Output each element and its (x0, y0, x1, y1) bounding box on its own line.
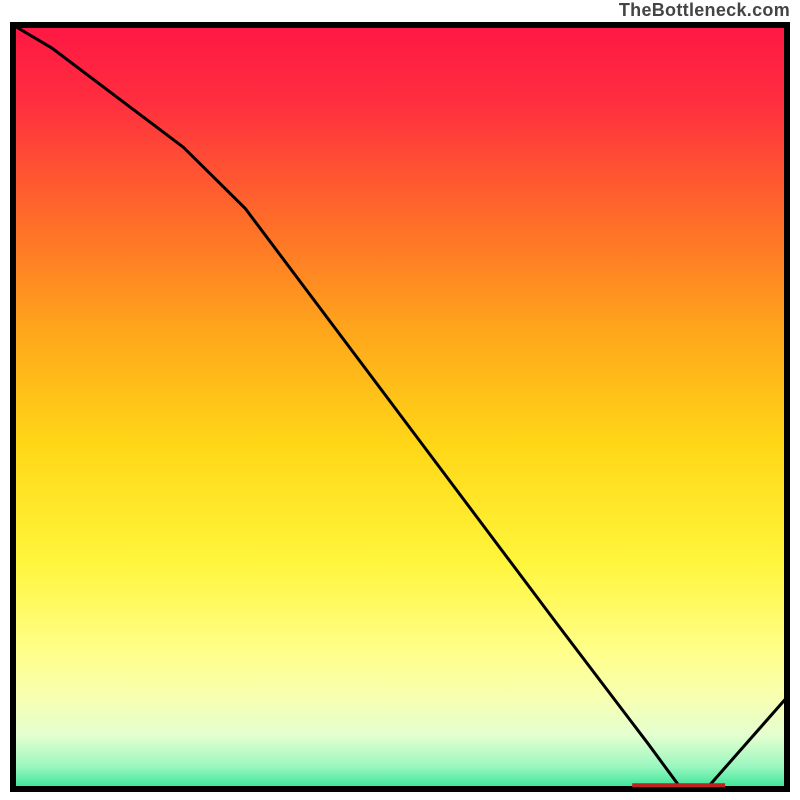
plot-area (10, 22, 790, 792)
attribution-label: TheBottleneck.com (619, 0, 790, 21)
chart-container: TheBottleneck.com (0, 0, 800, 800)
chart-svg (10, 22, 790, 792)
gradient-background (13, 25, 787, 789)
